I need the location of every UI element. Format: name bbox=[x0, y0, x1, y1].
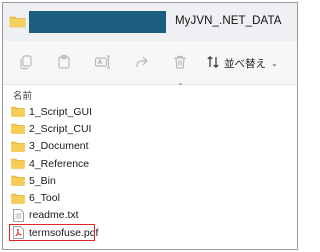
toolbar: 並べ替え ⌄ bbox=[3, 41, 297, 85]
folder-icon bbox=[11, 123, 25, 135]
redacted-path bbox=[29, 11, 166, 33]
copy-path-icon[interactable] bbox=[15, 51, 37, 73]
list-item[interactable]: 1_Script_GUI bbox=[3, 103, 297, 120]
delete-icon[interactable] bbox=[169, 51, 191, 73]
folder-icon bbox=[11, 158, 25, 170]
file-list: 1_Script_GUI 2_Script_CUI 3_Document 4_R… bbox=[3, 103, 297, 242]
text-file-icon bbox=[11, 209, 25, 222]
list-item[interactable]: 6_Tool bbox=[3, 189, 297, 206]
paste-icon[interactable] bbox=[53, 51, 75, 73]
folder-icon bbox=[11, 140, 25, 152]
file-name: 4_Reference bbox=[29, 157, 90, 170]
folder-icon bbox=[9, 15, 26, 28]
folder-icon bbox=[11, 106, 25, 118]
list-item[interactable]: 2_Script_CUI bbox=[3, 120, 297, 137]
file-name: readme.txt bbox=[29, 209, 79, 222]
list-item[interactable]: readme.txt bbox=[3, 207, 297, 224]
file-name: 5_Bin bbox=[29, 174, 56, 187]
sort-caret-icon: ⌃ bbox=[177, 82, 184, 91]
title-bar: MyJVN_.NET_DATA bbox=[3, 3, 297, 41]
sort-button[interactable]: 並べ替え ⌄ bbox=[206, 53, 278, 73]
folder-icon bbox=[11, 192, 25, 204]
column-header: ⌃ 名前 bbox=[3, 82, 297, 105]
file-name: 6_Tool bbox=[29, 192, 60, 205]
chevron-down-icon: ⌄ bbox=[271, 58, 278, 68]
window-title: MyJVN_.NET_DATA bbox=[175, 15, 282, 27]
folder-icon bbox=[11, 175, 25, 187]
sort-label: 並べ替え bbox=[224, 57, 266, 70]
list-item[interactable]: 3_Document bbox=[3, 138, 297, 155]
column-name[interactable]: 名前 bbox=[13, 88, 32, 102]
list-item[interactable]: termsofuse.pdf bbox=[3, 224, 297, 242]
file-name: 1_Script_GUI bbox=[29, 105, 93, 118]
highlight-box bbox=[9, 224, 95, 242]
file-name: 2_Script_CUI bbox=[29, 122, 92, 135]
file-explorer-window: MyJVN_.NET_DATA 並べ替え ⌄ ⌃ 名前 1_Script_GUI… bbox=[2, 2, 298, 250]
list-item[interactable]: 5_Bin bbox=[3, 172, 297, 189]
rename-icon[interactable] bbox=[92, 51, 114, 73]
share-icon[interactable] bbox=[131, 51, 153, 73]
sort-icon bbox=[206, 55, 220, 72]
list-item[interactable]: 4_Reference bbox=[3, 155, 297, 172]
file-name: 3_Document bbox=[29, 140, 89, 153]
